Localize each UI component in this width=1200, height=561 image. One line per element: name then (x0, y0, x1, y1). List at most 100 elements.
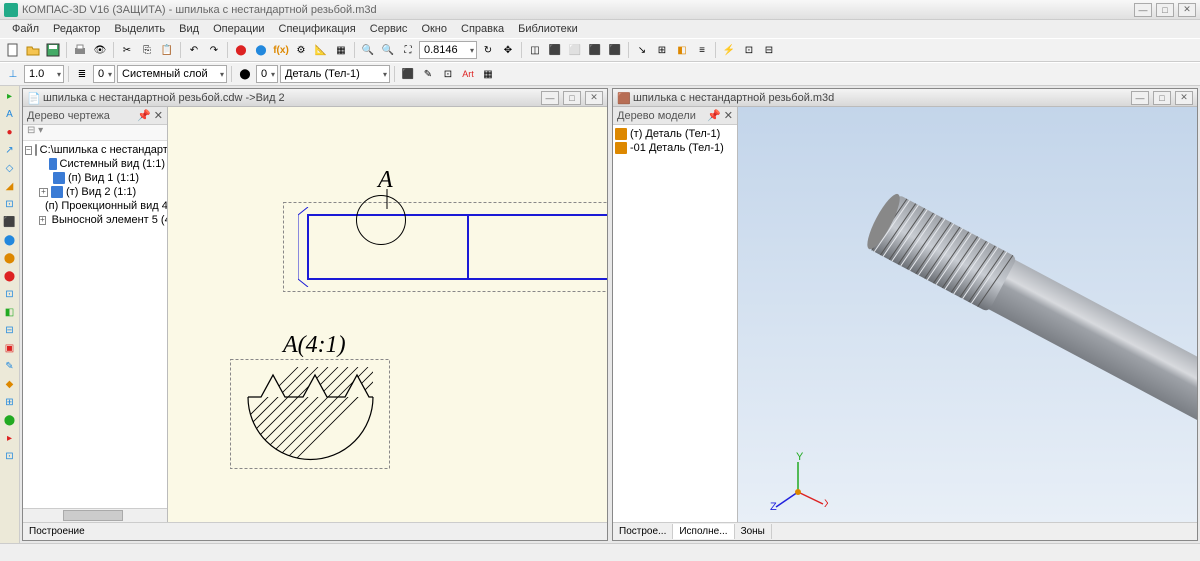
tool-icon[interactable]: ◧ (1, 304, 18, 321)
tool-icon[interactable]: ⬤ (232, 41, 250, 59)
tree-scrollbar[interactable] (23, 508, 167, 522)
tool-icon[interactable]: ⊡ (439, 65, 457, 83)
maximize-button[interactable]: □ (1156, 3, 1174, 17)
menu-select[interactable]: Выделить (108, 21, 171, 37)
tree-item[interactable]: Выносной элемент 5 (4: (52, 214, 167, 226)
tool-icon[interactable]: A (1, 106, 18, 123)
tool-icon[interactable]: ⬛ (399, 65, 417, 83)
menu-operations[interactable]: Операции (207, 21, 270, 37)
view-icon[interactable]: ⬜ (566, 41, 584, 59)
zoom-fit-icon[interactable]: ⛶ (399, 41, 417, 59)
pin-icon[interactable]: 📌 (137, 110, 151, 122)
new-icon[interactable] (4, 41, 22, 59)
tree-item[interactable]: Системный вид (1:1) (60, 158, 165, 170)
minimize-button[interactable]: — (1134, 3, 1152, 17)
layer-combo[interactable]: Системный слой (117, 65, 227, 83)
zoom-combo[interactable]: 0.8146 (419, 41, 477, 59)
tool-icon[interactable]: ▣ (1, 340, 18, 357)
tool-icon[interactable]: ⬤ (1, 412, 18, 429)
axis-icon[interactable]: ⊥ (4, 65, 22, 83)
tool-icon[interactable]: Art (459, 65, 477, 83)
tool-icon[interactable]: ⊞ (1, 394, 18, 411)
tool-icon[interactable]: ◢ (1, 178, 18, 195)
tool-icon[interactable]: ▦ (332, 41, 350, 59)
tree-root[interactable]: С:\шпилька с нестандартно (40, 144, 167, 156)
zoom-in-icon[interactable]: 🔍 (359, 41, 377, 59)
state-num[interactable]: 0 (256, 65, 278, 83)
tree-item[interactable]: -01 Деталь (Тел-1) (630, 142, 724, 154)
drawing-canvas[interactable]: А А(4:1) (168, 107, 607, 522)
tree-item[interactable]: (т) Вид 2 (1:1) (66, 186, 136, 198)
tree-item[interactable]: (т) Деталь (Тел-1) (630, 128, 720, 140)
tool-icon[interactable]: ⬤ (1, 232, 18, 249)
tool-icon[interactable]: ▸ (1, 430, 18, 447)
tool-icon[interactable]: ≡ (693, 41, 711, 59)
tool-icon[interactable]: ◇ (1, 160, 18, 177)
tool-icon[interactable]: ◆ (1, 376, 18, 393)
menu-spec[interactable]: Спецификация (273, 21, 362, 37)
fx-icon[interactable]: f(x) (272, 41, 290, 59)
view-icon[interactable]: ⬛ (546, 41, 564, 59)
tab-exec[interactable]: Исполне... (673, 524, 734, 539)
undo-icon[interactable]: ↶ (185, 41, 203, 59)
scale-combo[interactable]: 1.0 (24, 65, 64, 83)
tool-icon[interactable]: ● (1, 124, 18, 141)
tool-icon[interactable]: ⊞ (653, 41, 671, 59)
tool-icon[interactable]: ⬤ (1, 268, 18, 285)
tool-icon[interactable]: ⬤ (252, 41, 270, 59)
layer-icon[interactable]: ≣ (73, 65, 91, 83)
pane-close-button[interactable]: ✕ (585, 91, 603, 105)
pane-maximize-button[interactable]: □ (1153, 91, 1171, 105)
close-icon[interactable]: ✕ (724, 110, 733, 122)
tool-icon[interactable]: ⚡ (720, 41, 738, 59)
layer-num[interactable]: 0 (93, 65, 115, 83)
tree-item[interactable]: (п) Вид 1 (1:1) (68, 172, 139, 184)
cut-icon[interactable]: ✂ (118, 41, 136, 59)
menu-help[interactable]: Справка (455, 21, 510, 37)
tool-icon[interactable]: ⚙ (292, 41, 310, 59)
tool-icon[interactable]: ✎ (419, 65, 437, 83)
tool-icon[interactable]: ✎ (1, 358, 18, 375)
state-icon[interactable]: ⬤ (236, 65, 254, 83)
tool-icon[interactable]: ▸ (1, 88, 18, 105)
menu-editor[interactable]: Редактор (47, 21, 106, 37)
close-icon[interactable]: ✕ (154, 110, 163, 122)
model-canvas[interactable]: Y X Z (738, 107, 1197, 522)
tab-build[interactable]: Построе... (613, 524, 673, 539)
view-icon[interactable]: ◫ (526, 41, 544, 59)
tab-zones[interactable]: Зоны (735, 524, 772, 539)
save-icon[interactable] (44, 41, 62, 59)
tool-icon[interactable]: 📐 (312, 41, 330, 59)
tool-icon[interactable]: ◧ (673, 41, 691, 59)
pane-close-button[interactable]: ✕ (1175, 91, 1193, 105)
pane-maximize-button[interactable]: □ (563, 91, 581, 105)
print-icon[interactable] (71, 41, 89, 59)
menu-service[interactable]: Сервис (364, 21, 414, 37)
view-icon[interactable]: ⬛ (586, 41, 604, 59)
tool-icon[interactable]: ↘ (633, 41, 651, 59)
model-tree[interactable]: (т) Деталь (Тел-1) -01 Деталь (Тел-1) (613, 125, 737, 522)
view-icon[interactable]: ⬛ (606, 41, 624, 59)
redo-icon[interactable]: ↷ (205, 41, 223, 59)
rotate-icon[interactable]: ↻ (479, 41, 497, 59)
pane-minimize-button[interactable]: — (1131, 91, 1149, 105)
menu-libs[interactable]: Библиотеки (512, 21, 584, 37)
pane-minimize-button[interactable]: — (541, 91, 559, 105)
tool-icon[interactable]: ⊡ (1, 196, 18, 213)
zoom-out-icon[interactable]: 🔍 (379, 41, 397, 59)
tree-item[interactable]: (п) Проекционный вид 4 (45, 200, 167, 212)
tool-icon[interactable]: ⬤ (1, 250, 18, 267)
part-combo[interactable]: Деталь (Тел-1) (280, 65, 390, 83)
open-icon[interactable] (24, 41, 42, 59)
pin-icon[interactable]: 📌 (707, 110, 721, 122)
tool-icon[interactable]: ⊡ (740, 41, 758, 59)
menu-file[interactable]: Файл (6, 21, 45, 37)
tool-icon[interactable]: ⊟ (1, 322, 18, 339)
menu-window[interactable]: Окно (415, 21, 453, 37)
tool-icon[interactable]: ⊡ (1, 448, 18, 465)
close-button[interactable]: ✕ (1178, 3, 1196, 17)
preview-icon[interactable]: 👁 (91, 41, 109, 59)
tool-icon[interactable]: ⬛ (1, 214, 18, 231)
paste-icon[interactable]: 📋 (158, 41, 176, 59)
pan-icon[interactable]: ✥ (499, 41, 517, 59)
